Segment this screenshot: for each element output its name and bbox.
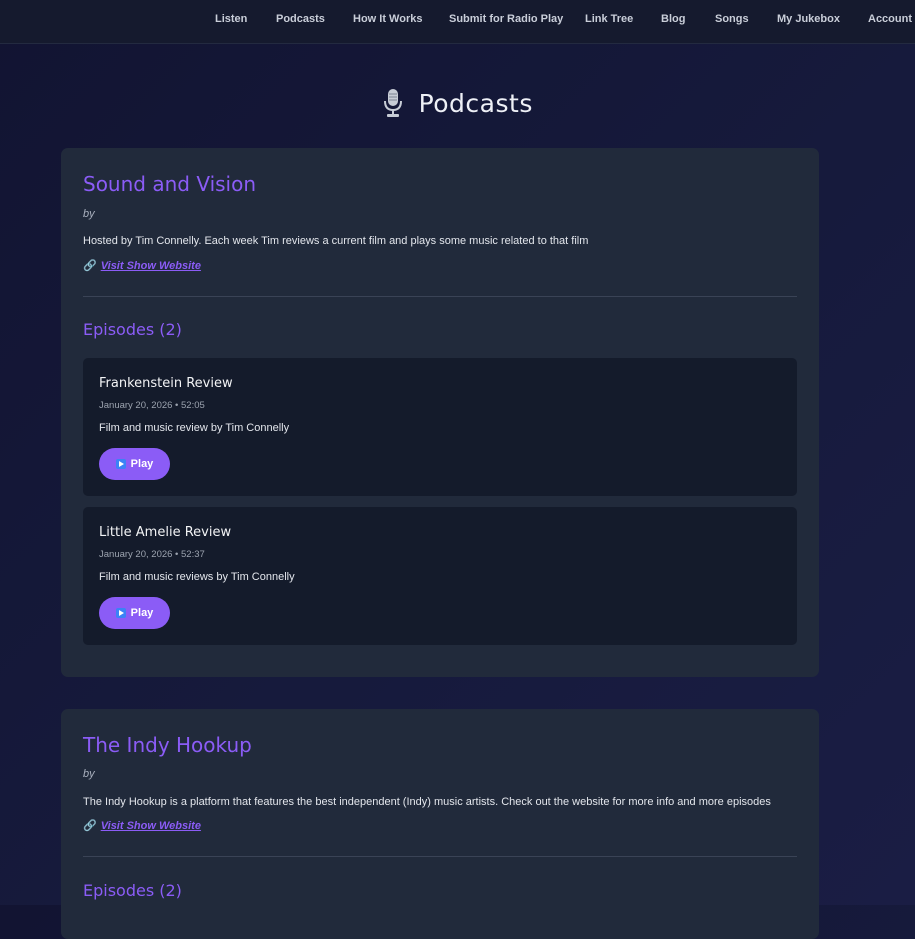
visit-show-website-link[interactable]: 🔗 Visit Show Website [83, 819, 201, 832]
link-icon: 🔗 [83, 820, 97, 832]
nav-blog[interactable]: Blog [661, 13, 685, 26]
play-icon [115, 608, 126, 618]
nav-link-tree[interactable]: Link Tree [585, 13, 633, 26]
microphone-icon [382, 88, 404, 118]
episode-title: Frankenstein Review [99, 376, 233, 391]
play-label: Play [130, 607, 154, 619]
visit-show-website-link[interactable]: 🔗 Visit Show Website [83, 259, 201, 272]
nav-podcasts[interactable]: Podcasts [276, 13, 325, 26]
nav-songs[interactable]: Songs [715, 13, 749, 26]
divider [83, 856, 797, 857]
link-icon: 🔗 [83, 260, 97, 272]
show-author: by [83, 768, 95, 780]
nav-listen[interactable]: Listen [215, 13, 247, 26]
visit-show-website-label: Visit Show Website [100, 260, 201, 272]
nav-submit-for-radio-play[interactable]: Submit for Radio Play [449, 13, 563, 26]
show-title: The Indy Hookup [83, 733, 252, 757]
episode-card: Frankenstein Review January 20, 2026 • 5… [83, 358, 797, 496]
divider [83, 296, 797, 297]
play-icon [115, 459, 126, 469]
episode-description: Film and music reviews by Tim Connelly [99, 571, 295, 583]
episodes-heading: Episodes (2) [83, 881, 182, 900]
top-navigation: Listen Podcasts How It Works Submit for … [0, 0, 915, 44]
show-description: The Indy Hookup is a platform that featu… [83, 796, 771, 808]
play-button[interactable]: Play [99, 448, 170, 480]
nav-my-jukebox[interactable]: My Jukebox [777, 13, 840, 26]
play-label: Play [130, 458, 154, 470]
episodes-heading: Episodes (2) [83, 320, 182, 339]
podcast-card: Sound and Vision by Hosted by Tim Connel… [61, 148, 819, 677]
episode-meta: January 20, 2026 • 52:37 [99, 549, 205, 560]
episode-title: Little Amelie Review [99, 525, 232, 540]
show-title: Sound and Vision [83, 172, 257, 196]
episode-card: Little Amelie Review January 20, 2026 • … [83, 507, 797, 645]
visit-show-website-label: Visit Show Website [100, 820, 201, 832]
episode-meta: January 20, 2026 • 52:05 [99, 400, 205, 411]
show-author: by [83, 208, 95, 220]
nav-account[interactable]: Account [868, 13, 912, 26]
nav-how-it-works[interactable]: How It Works [353, 13, 422, 26]
episode-description: Film and music review by Tim Connelly [99, 422, 290, 434]
page-title: Podcasts [418, 88, 533, 118]
page-heading: Podcasts [0, 88, 915, 128]
play-button[interactable]: Play [99, 597, 170, 629]
show-description: Hosted by Tim Connelly. Each week Tim re… [83, 235, 589, 247]
